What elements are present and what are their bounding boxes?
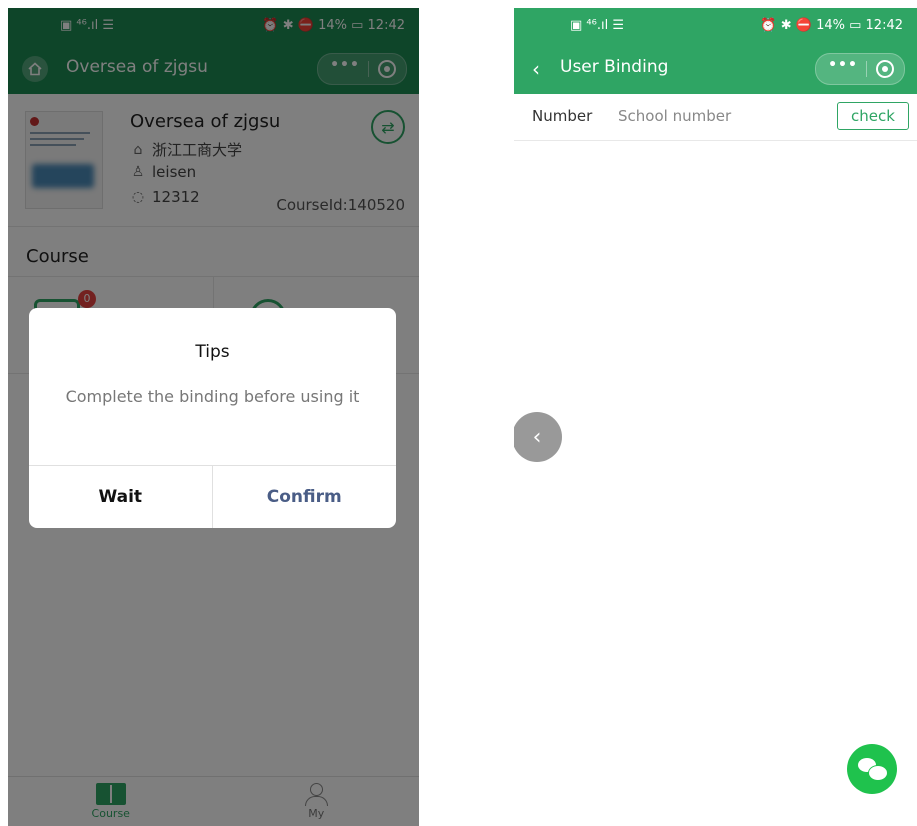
school-number-input[interactable] <box>618 103 828 129</box>
chat-bubble-icon-2 <box>868 765 888 781</box>
check-button[interactable]: check <box>837 102 909 130</box>
status-signal: ▣ ⁴⁶.ıl ☰ <box>570 18 624 33</box>
dialog-title: Tips <box>195 342 230 362</box>
number-label: Number <box>532 107 593 125</box>
user-binding-screen: ▣ ⁴⁶.ıl ☰ ⏰ ✱ ⛔ 14% ▭ 12:42 ‹ User Bindi… <box>514 8 917 826</box>
close-target-icon[interactable] <box>876 60 894 78</box>
course-screen: ▣ ⁴⁶.ıl ☰ ⏰ ✱ ⛔ 14% ▭ 12:42 Oversea of z… <box>8 8 419 826</box>
dialog-footer: Wait Confirm <box>29 465 396 528</box>
side-back-button[interactable]: ‹ <box>514 412 562 462</box>
status-bar: ▣ ⁴⁶.ıl ☰ ⏰ ✱ ⛔ 14% ▭ 12:42 <box>514 8 917 44</box>
number-form-row: Number check <box>514 94 917 141</box>
status-battery-time: ⏰ ✱ ⛔ 14% ▭ 12:42 <box>760 18 903 33</box>
tips-dialog: Tips Complete the binding before using i… <box>29 308 396 528</box>
wechat-chat-button[interactable] <box>847 744 897 794</box>
nav-bar: ‹ User Binding ••• <box>514 44 917 94</box>
back-arrow-icon[interactable]: ‹ <box>532 57 540 81</box>
confirm-button[interactable]: Confirm <box>213 466 397 528</box>
capsule-divider <box>866 61 867 77</box>
nav-title: User Binding <box>560 57 669 77</box>
mini-program-capsule: ••• <box>815 53 905 85</box>
wait-button[interactable]: Wait <box>29 466 213 528</box>
dialog-message: Complete the binding before using it <box>65 387 360 406</box>
more-menu-icon[interactable]: ••• <box>826 57 860 73</box>
